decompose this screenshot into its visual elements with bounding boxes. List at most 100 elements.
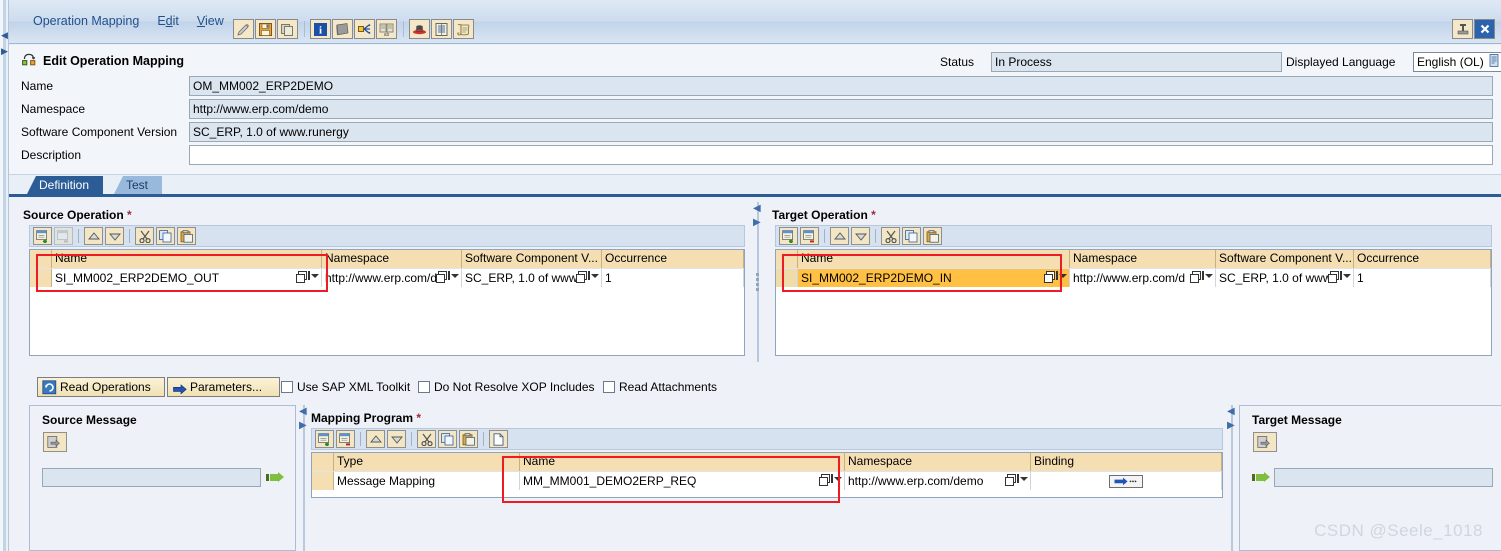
value-help-icon[interactable] [1328,271,1351,283]
menu-view[interactable]: View [197,14,224,29]
target-row-swcv[interactable]: SC_ERP, 1.0 of www [1216,269,1354,287]
new-document-icon[interactable] [489,430,508,448]
splitter-expand-icon[interactable]: ▶ [1227,421,1235,431]
splitter-collapse-icon[interactable]: ◀ [299,407,307,417]
source-message-field[interactable] [42,468,261,487]
mapping-grid-header-type[interactable]: Type [334,453,520,471]
value-help-icon[interactable] [576,271,599,283]
value-help-icon[interactable] [819,474,842,486]
splitter-expand-icon[interactable]: ▶ [753,218,761,228]
splitter-collapse-icon[interactable]: ◀ [1227,407,1235,417]
move-up-icon[interactable] [84,227,103,245]
source-grid-header-namespace[interactable]: Namespace [322,250,462,268]
value-help-icon[interactable] [296,271,319,283]
table-row[interactable]: SI_MM002_ERP2DEMO_IN http://www.erp.com/… [776,268,1491,287]
move-up-icon[interactable] [366,430,385,448]
target-grid-header-swcv[interactable]: Software Component V... [1216,250,1354,268]
target-row-occurrence[interactable]: 1 [1354,269,1491,287]
field-swcv[interactable]: SC_ERP, 1.0 of www.runergy [189,122,1493,142]
close-window-icon[interactable] [1474,19,1495,39]
source-grid-header-occurrence[interactable]: Occurrence [602,250,744,268]
mapping-row-namespace[interactable]: http://www.erp.com/demo [845,472,1031,490]
copy-icon[interactable] [902,227,921,245]
checkbox-box[interactable] [603,381,615,393]
where-used-icon[interactable] [354,19,375,39]
move-down-icon[interactable] [387,430,406,448]
source-mapping-splitter[interactable]: ◀ ▶ [297,405,311,551]
language-dropdown-icon[interactable] [1489,54,1500,70]
value-help-icon[interactable] [1005,474,1028,486]
field-name[interactable]: OM_MM002_ERP2DEMO [189,76,1493,96]
source-row-occurrence[interactable]: 1 [602,269,744,287]
target-message-field[interactable] [1274,468,1493,487]
source-row-handle[interactable] [30,269,52,287]
restore-window-icon[interactable] [1452,19,1473,39]
move-down-icon[interactable] [105,227,124,245]
tab-definition[interactable]: Definition [27,176,104,194]
source-row-name[interactable]: SI_MM002_ERP2DEMO_OUT [52,269,322,287]
mapping-grid-header-name[interactable]: Name [520,453,845,471]
insert-row-icon[interactable] [33,227,52,245]
paste-icon[interactable] [923,227,942,245]
mapping-grid-header-binding[interactable]: Binding [1031,453,1222,471]
mapping-row-name[interactable]: MM_MM001_DEMO2ERP_REQ [520,472,845,490]
tab-test[interactable]: Test [114,176,163,194]
scroll-icon[interactable] [453,19,474,39]
target-grid-header-name[interactable]: Name [798,250,1070,268]
checkbox-do-not-resolve-xop-includes[interactable]: Do Not Resolve XOP Includes [418,380,595,394]
target-row-handle[interactable] [776,269,798,287]
compare-icon[interactable]: ab [376,19,397,39]
menu-operation-mapping[interactable]: Operation Mapping [33,14,139,29]
mapping-grid-header-namespace[interactable]: Namespace [845,453,1031,471]
checkbox-use-sap-xml-toolkit[interactable]: Use SAP XML Toolkit [281,380,410,394]
table-row[interactable]: SI_MM002_ERP2DEMO_OUT http://www.erp.com… [30,268,744,287]
splitter-expand-icon[interactable]: ▶ [299,421,307,431]
checkbox-read-attachments[interactable]: Read Attachments [603,380,717,394]
copy-icon[interactable] [156,227,175,245]
splitter-collapse-icon[interactable]: ◀ [753,204,761,214]
source-row-namespace[interactable]: http://www.erp.com/d [322,269,462,287]
value-help-icon[interactable] [1044,271,1067,283]
open-object-icon[interactable] [1253,432,1277,452]
move-up-icon[interactable] [830,227,849,245]
edit-tool-icon[interactable] [233,19,254,39]
field-namespace[interactable]: http://www.erp.com/demo [189,99,1493,119]
hat-icon[interactable] [409,19,430,39]
field-description[interactable] [189,145,1493,165]
cut-icon[interactable] [417,430,436,448]
cut-icon[interactable] [881,227,900,245]
rail-expand-icon[interactable]: ▶ [1,46,8,57]
mapping-row-binding[interactable] [1031,472,1222,490]
value-help-icon[interactable] [1190,271,1213,283]
binding-arrow-icon[interactable] [1109,474,1143,488]
copy-icon[interactable] [277,19,298,39]
open-object-icon[interactable] [43,432,67,452]
source-grid-header-name[interactable]: Name [52,250,322,268]
field-displayed-language[interactable]: English (OL) [1413,52,1501,72]
copy-icon[interactable] [438,430,457,448]
cut-icon[interactable] [135,227,154,245]
book-icon[interactable] [332,19,353,39]
checkbox-box[interactable] [418,381,430,393]
mapping-row-handle[interactable] [312,472,334,490]
insert-row-icon[interactable] [779,227,798,245]
move-down-icon[interactable] [851,227,870,245]
parameters-button[interactable]: Parameters... [167,377,280,397]
target-row-namespace[interactable]: http://www.erp.com/d [1070,269,1216,287]
checkbox-box[interactable] [281,381,293,393]
paste-icon[interactable] [177,227,196,245]
target-row-name[interactable]: SI_MM002_ERP2DEMO_IN [798,269,1070,287]
insert-row-icon[interactable] [315,430,334,448]
menu-edit[interactable]: Edit [157,14,179,29]
mapping-target-splitter[interactable]: ◀ ▶ [1225,405,1239,551]
target-grid-header-namespace[interactable]: Namespace [1070,250,1216,268]
source-grid-header-swcv[interactable]: Software Component V... [462,250,602,268]
table-row[interactable]: Message Mapping MM_MM001_DEMO2ERP_REQ ht… [312,471,1222,490]
read-operations-button[interactable]: Read Operations [37,377,165,397]
panel-splitter[interactable]: ◀ ▶ [751,202,765,362]
target-grid-header-occurrence[interactable]: Occurrence [1354,250,1491,268]
delete-row-icon[interactable] [800,227,819,245]
source-row-swcv[interactable]: SC_ERP, 1.0 of www [462,269,602,287]
save-icon[interactable] [255,19,276,39]
list-icon[interactable] [431,19,452,39]
